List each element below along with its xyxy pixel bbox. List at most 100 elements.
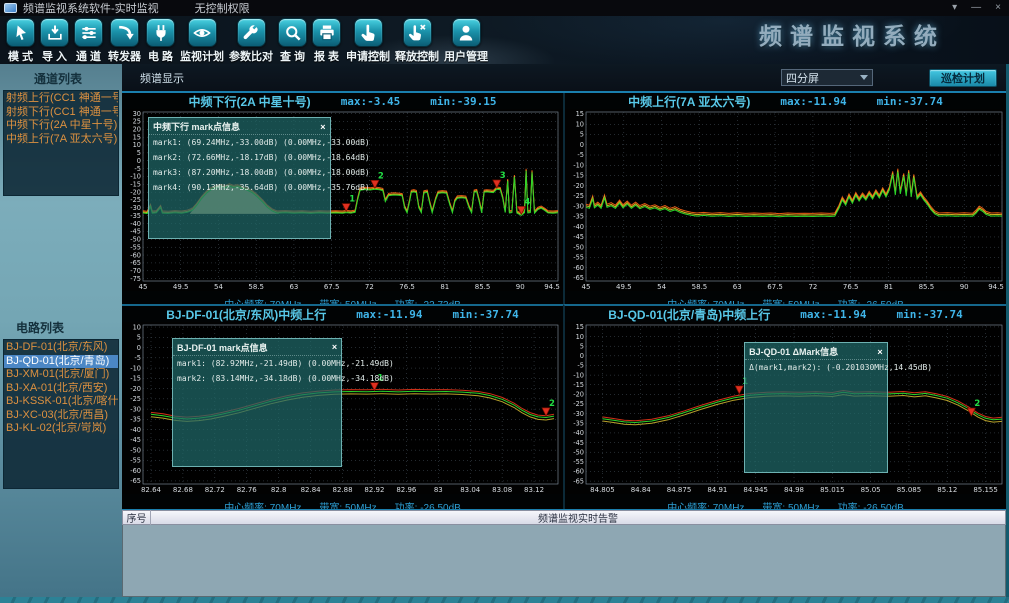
toolbar-button-9[interactable]: 报 表: [312, 18, 341, 64]
pin-icon[interactable]: ▾: [952, 3, 957, 13]
svg-text:-55: -55: [130, 243, 141, 251]
overlay-title: BJ-QD-01 ΔMark信息: [749, 345, 838, 358]
channel-list: 射频上行(CC1 神通一号02星)射频下行(CC1 神通一号02星)中频下行(2…: [3, 90, 119, 196]
toolbar-button-4[interactable]: 转发器: [108, 18, 141, 64]
alarm-col-index: 序号: [123, 510, 151, 525]
channel-item-4[interactable]: 中频上行(7A 亚太六号): [4, 133, 118, 147]
toolbar-button-label: 用户管理: [444, 48, 488, 64]
svg-text:82.76: 82.76: [237, 486, 258, 494]
patrol-plan-button[interactable]: 巡检计划: [929, 69, 997, 87]
main-area: 频谱显示 四分屏 巡检计划 中频下行(2A 中星十号)max:-3.45min:…: [122, 64, 1006, 597]
svg-text:15: 15: [133, 133, 141, 141]
chart-status-item: 带宽: 50MHz: [762, 296, 819, 304]
chart-status-item: 功率: -26.50dB: [838, 296, 904, 304]
svg-text:84.875: 84.875: [667, 486, 692, 494]
close-icon[interactable]: ×: [877, 347, 882, 357]
chevron-down-icon: [860, 75, 868, 80]
toolbar-button-10[interactable]: 申请控制: [346, 18, 390, 64]
minimize-button[interactable]: —: [971, 3, 981, 13]
alarm-header: 序号 频谱监视实时告警: [122, 510, 1006, 525]
chart-min-label: min:-37.74: [877, 95, 943, 108]
svg-text:-15: -15: [573, 381, 584, 389]
svg-text:-65: -65: [573, 274, 584, 282]
svg-text:72: 72: [365, 283, 374, 291]
body: 通道列表 射频上行(CC1 神通一号02星)射频下行(CC1 神通一号02星)中…: [0, 64, 1009, 597]
chart-title: 中频上行(7A 亚太六号): [628, 93, 750, 110]
svg-text:-30: -30: [573, 202, 584, 210]
circuit-item-2[interactable]: BJ-QD-01(北京/青岛): [4, 355, 118, 369]
circuit-item-3[interactable]: BJ-XM-01(北京/厦门): [4, 368, 118, 382]
sliders-icon: [74, 18, 103, 47]
toolbar-button-12[interactable]: 用户管理: [444, 18, 488, 64]
svg-text:5: 5: [580, 131, 584, 139]
svg-text:72: 72: [808, 283, 817, 291]
channel-item-1[interactable]: 射频上行(CC1 神通一号02星): [4, 92, 118, 106]
svg-text:20: 20: [133, 125, 141, 133]
wrench-icon: [237, 18, 266, 47]
spectrum-plot[interactable]: 151050-5-10-15-20-25-30-35-40-45-50-55-6…: [565, 109, 1006, 291]
circuit-item-6[interactable]: BJ-XC-03(北京/西昌): [4, 409, 118, 423]
svg-text:10: 10: [576, 333, 584, 341]
svg-text:-25: -25: [573, 400, 584, 408]
alarm-body[interactable]: [122, 525, 1006, 597]
svg-text:-65: -65: [130, 477, 141, 485]
svg-text:83.08: 83.08: [492, 486, 512, 494]
svg-text:-25: -25: [130, 196, 141, 204]
svg-text:67.5: 67.5: [767, 283, 783, 291]
toolbar-button-label: 电 路: [148, 48, 173, 64]
svg-text:82.68: 82.68: [173, 486, 193, 494]
mark-info-overlay[interactable]: 中频下行 mark点信息×mark1: (69.24MHz,-33.00dB) …: [148, 117, 331, 239]
alarm-panel: 序号 频谱监视实时告警: [122, 509, 1006, 597]
circuit-item-4[interactable]: BJ-XA-01(北京/西安): [4, 382, 118, 396]
chart-panel-1: 中频下行(2A 中星十号)max:-3.45min:-39.1530252015…: [122, 93, 563, 304]
toolbar-button-2[interactable]: 导 入: [40, 18, 69, 64]
toolbar-button-8[interactable]: 查 询: [278, 18, 307, 64]
close-icon[interactable]: ×: [320, 122, 325, 132]
svg-text:85.015: 85.015: [820, 486, 845, 494]
svg-text:-40: -40: [130, 426, 141, 434]
svg-text:-25: -25: [130, 395, 141, 403]
titlebar: 频谱监视系统软件-实时监视 无控制权限 ▾ — ×: [0, 0, 1009, 16]
svg-text:82.72: 82.72: [205, 486, 225, 494]
svg-text:45: 45: [582, 283, 591, 291]
mark-info-overlay[interactable]: BJ-QD-01 ΔMark信息×Δ(mark1,mark2): (-0.201…: [744, 342, 888, 472]
channel-item-3[interactable]: 中频下行(2A 中星十号): [4, 119, 118, 133]
svg-text:-30: -30: [130, 204, 141, 212]
mark-info-row: mark1: (82.92MHz,-21.49dB) (0.00MHz,-21.…: [173, 356, 341, 371]
circuit-item-5[interactable]: BJ-KSSK-01(北京/喀什深空站): [4, 395, 118, 409]
channel-list-title: 通道列表: [0, 64, 122, 90]
svg-text:-60: -60: [130, 251, 141, 259]
eye-icon: [188, 18, 217, 47]
chart-panel-2: 中频上行(7A 亚太六号)max:-11.94min:-37.74151050-…: [563, 93, 1006, 304]
hand-icon: [354, 18, 383, 47]
toolbar-button-11[interactable]: 释放控制: [395, 18, 439, 64]
window-title: 频谱监视系统软件-实时监视: [23, 0, 159, 16]
toolbar-button-5[interactable]: 电 路: [146, 18, 175, 64]
mark-info-overlay[interactable]: BJ-DF-01 mark点信息×mark1: (82.92MHz,-21.49…: [172, 338, 342, 467]
svg-text:-45: -45: [573, 233, 584, 241]
chart-max-label: max:-3.45: [341, 95, 401, 108]
plug-icon: [146, 18, 175, 47]
chart-status-item: 带宽: 50MHz: [319, 296, 376, 304]
chart-status-item: 带宽: 50MHz: [762, 499, 819, 509]
hand-x-icon: [403, 18, 432, 47]
svg-text:84.805: 84.805: [590, 486, 615, 494]
chart-panel-3: BJ-DF-01(北京/东风)中频上行max:-11.94min:-37.741…: [122, 304, 563, 509]
close-icon[interactable]: ×: [332, 342, 337, 352]
toolbar-button-6[interactable]: 监视计划: [180, 18, 224, 64]
svg-text:-30: -30: [573, 410, 584, 418]
circuit-item-1[interactable]: BJ-DF-01(北京/东风): [4, 341, 118, 355]
toolbar-button-label: 参数比对: [229, 48, 273, 64]
svg-text:5: 5: [137, 149, 141, 157]
svg-text:-10: -10: [573, 371, 584, 379]
svg-text:-20: -20: [130, 385, 141, 393]
svg-text:85.5: 85.5: [475, 283, 491, 291]
channel-item-2[interactable]: 射频下行(CC1 神通一号02星): [4, 106, 118, 120]
toolbar-button-1[interactable]: 模 式: [6, 18, 35, 64]
split-screen-select[interactable]: 四分屏: [781, 69, 873, 86]
circuit-item-7[interactable]: BJ-KL-02(北京/岢岚): [4, 422, 118, 436]
toolbar-button-3[interactable]: 通 道: [74, 18, 103, 64]
svg-text:85.5: 85.5: [919, 283, 935, 291]
close-button[interactable]: ×: [995, 3, 1001, 13]
toolbar-button-7[interactable]: 参数比对: [229, 18, 273, 64]
